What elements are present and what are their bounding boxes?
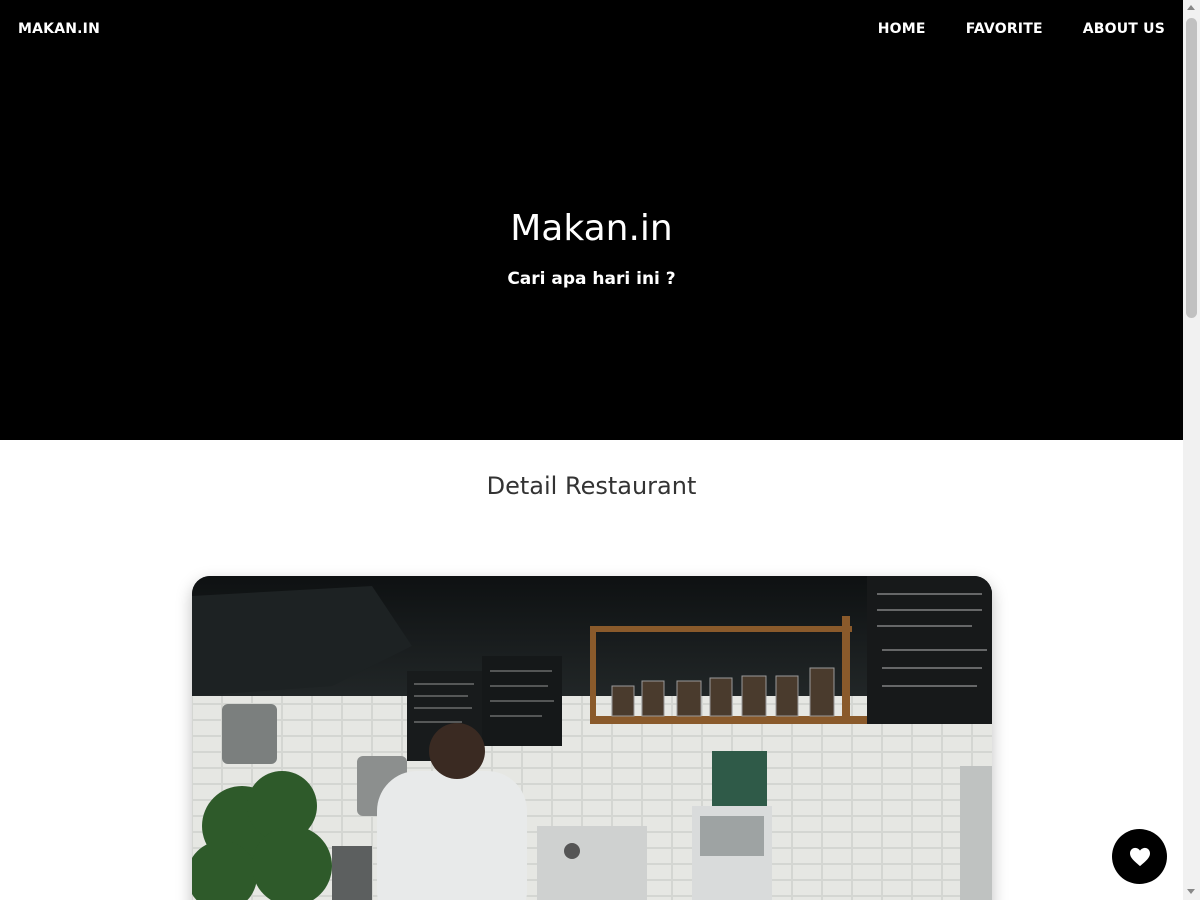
scroll-down-arrow-icon[interactable] [1187, 889, 1195, 894]
hero-subtitle: Cari apa hari ini ? [507, 269, 676, 289]
hero-title: Makan.in [510, 208, 673, 249]
scroll-up-arrow-icon[interactable] [1187, 5, 1195, 10]
main-nav: HOME FAVORITE ABOUT US [878, 21, 1165, 37]
nav-about-us-link[interactable]: ABOUT US [1083, 21, 1165, 37]
nav-home-link[interactable]: HOME [878, 21, 926, 37]
hero-header: MAKAN.IN HOME FAVORITE ABOUT US Makan.in… [0, 0, 1183, 440]
heart-icon [1129, 847, 1150, 866]
brand-logo-link[interactable]: MAKAN.IN [18, 21, 100, 37]
page: MAKAN.IN HOME FAVORITE ABOUT US Makan.in… [0, 0, 1183, 900]
restaurant-photo [192, 576, 992, 900]
vertical-scrollbar[interactable] [1183, 0, 1200, 900]
detail-section-title: Detail Restaurant [486, 472, 697, 500]
scrollbar-thumb[interactable] [1186, 18, 1197, 318]
favorite-button[interactable] [1112, 829, 1167, 884]
nav-favorite-link[interactable]: FAVORITE [966, 21, 1043, 37]
